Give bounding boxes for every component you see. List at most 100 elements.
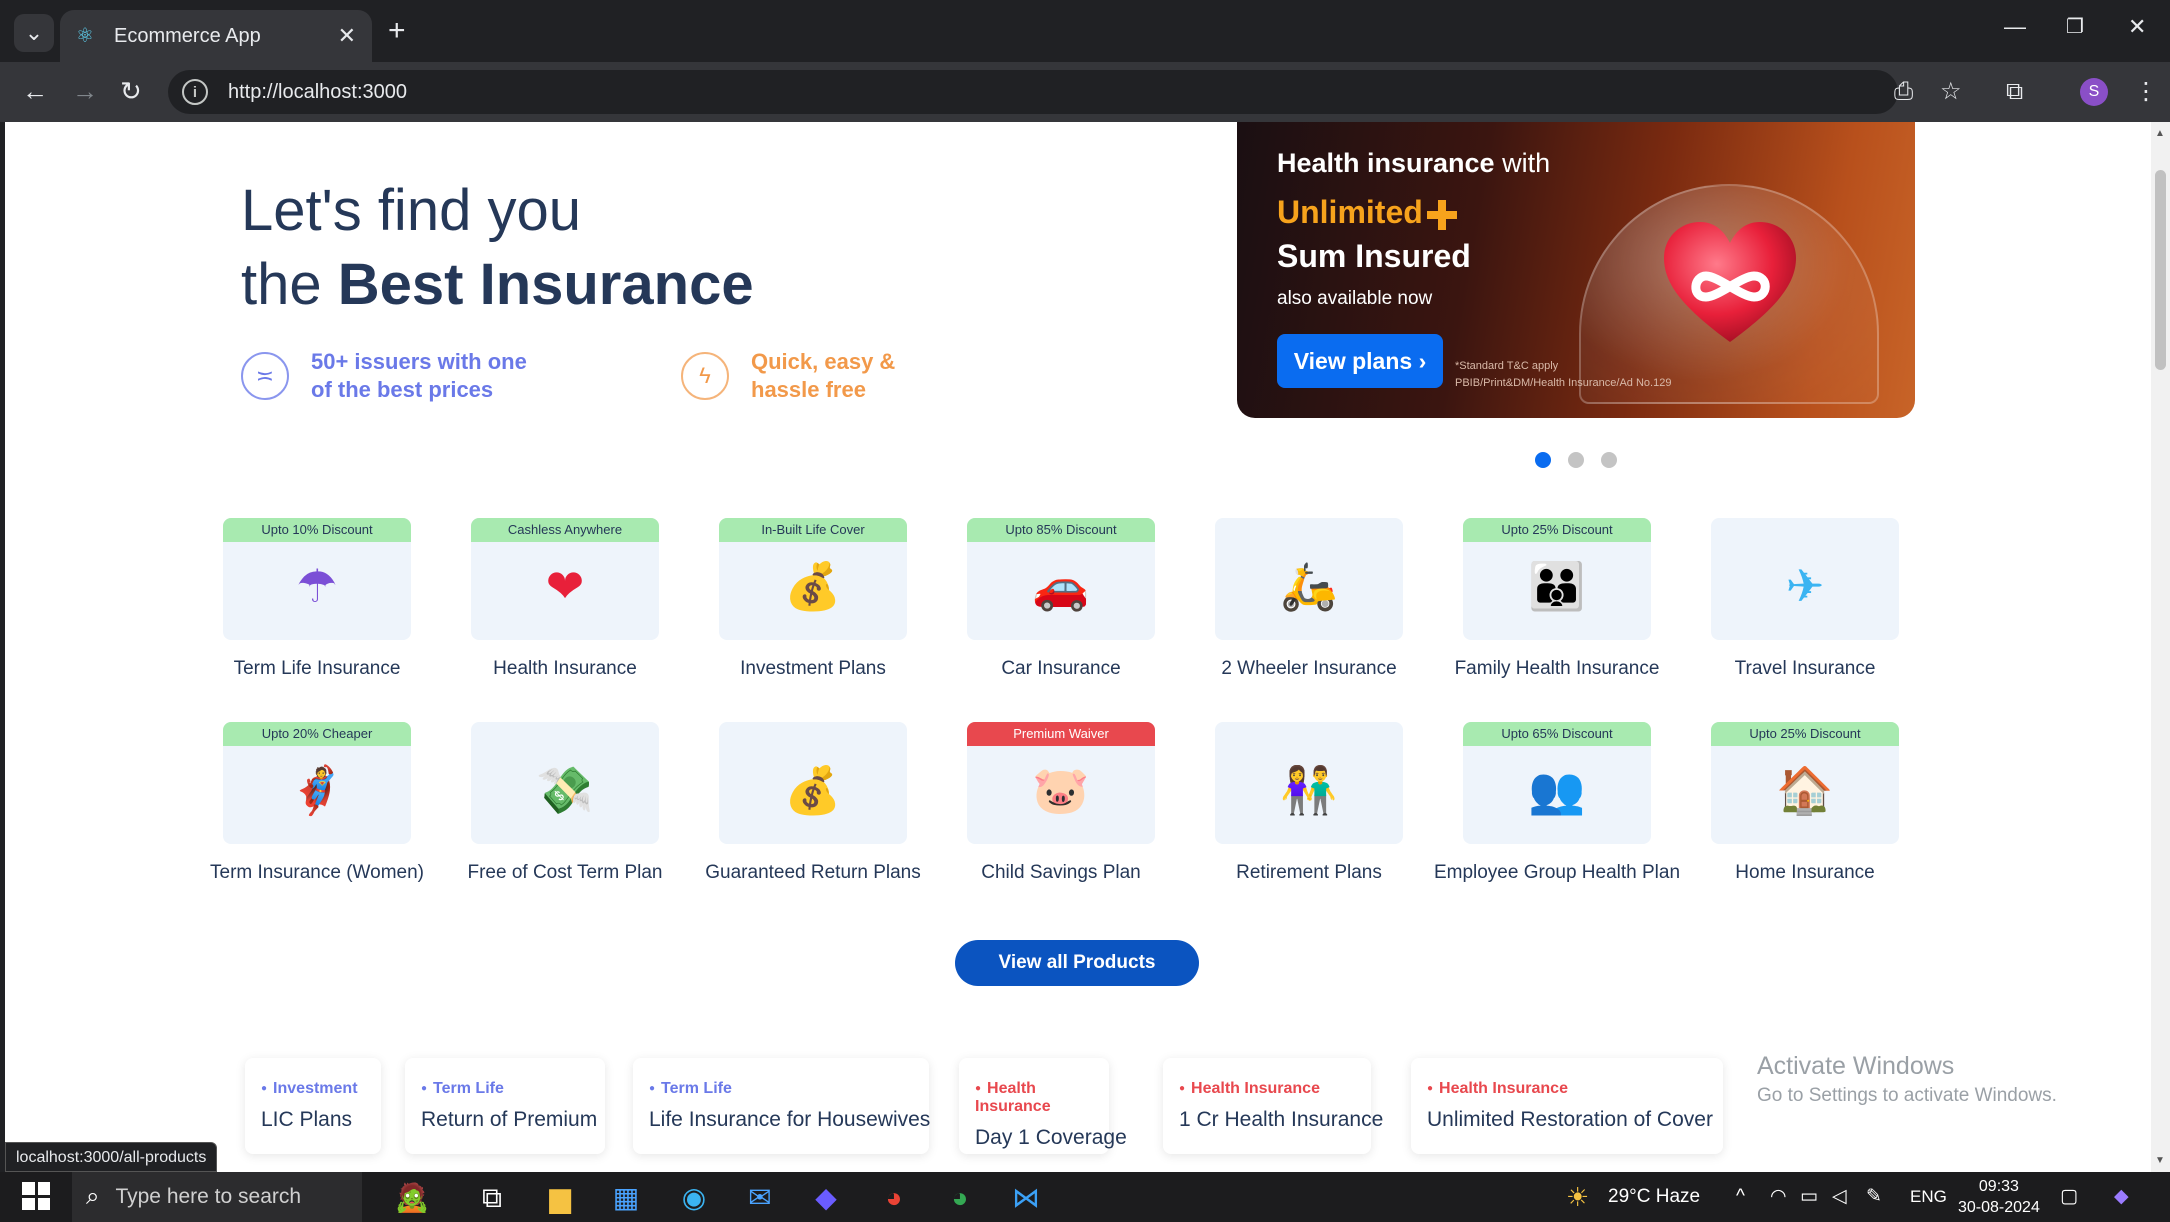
site-info-icon[interactable]: i <box>182 79 208 105</box>
product-card-tile[interactable]: ✈ <box>1711 518 1899 640</box>
product-card-tile[interactable]: In-Built Life Cover 💰 <box>719 518 907 640</box>
edge-icon[interactable]: ◉ <box>676 1180 712 1216</box>
network-icon[interactable]: ◠ <box>1770 1172 1787 1222</box>
product-card-tile[interactable]: 💰 <box>719 722 907 844</box>
product-card-tile[interactable]: 💸 <box>471 722 659 844</box>
product-card-tile[interactable]: Upto 20% Cheaper 🦸 <box>223 722 411 844</box>
view-all-products-button[interactable]: View all Products <box>955 940 1199 986</box>
product-card-tile[interactable]: Cashless Anywhere ❤ <box>471 518 659 640</box>
page-scrollbar[interactable]: ▲ ▼ <box>2151 122 2170 1172</box>
close-window-icon[interactable]: ✕ <box>2128 14 2146 40</box>
product-card[interactable]: 💰 Guaranteed Return Plans <box>689 722 937 886</box>
battery-icon[interactable]: ▭ <box>1800 1172 1818 1222</box>
chrome-icon[interactable]: ◕ <box>876 1180 912 1216</box>
restore-icon[interactable]: ❐ <box>2066 14 2084 39</box>
address-bar[interactable]: i http://localhost:3000 <box>168 70 1898 114</box>
scroll-up-icon[interactable]: ▲ <box>2155 128 2165 139</box>
carousel-dot[interactable] <box>1601 452 1617 468</box>
more-menu-icon[interactable]: ⋮ <box>2134 78 2158 106</box>
browser-tab[interactable]: ⚛ Ecommerce App ✕ <box>60 10 372 62</box>
new-tab-button[interactable]: + <box>388 14 406 48</box>
product-card[interactable]: Upto 10% Discount ☂ Term Life Insurance <box>193 518 441 682</box>
forward-icon[interactable]: → <box>72 76 98 106</box>
scooter-icon: 🛵 <box>1280 560 1338 612</box>
language-indicator[interactable]: ENG <box>1910 1172 1947 1222</box>
view-plans-button[interactable]: View plans › <box>1277 334 1443 388</box>
close-tab-icon[interactable]: ✕ <box>338 23 356 49</box>
popular-chip[interactable]: Health Insurance 1 Cr Health Insurance <box>1163 1058 1383 1154</box>
scroll-down-icon[interactable]: ▼ <box>2155 1155 2165 1166</box>
product-card-tile[interactable]: Upto 65% Discount 👥 <box>1463 722 1651 844</box>
copilot-tray-icon[interactable]: ◆ <box>2114 1172 2129 1222</box>
mail-icon[interactable]: ✉ <box>742 1180 778 1216</box>
carousel-dot[interactable] <box>1568 452 1584 468</box>
copilot-icon[interactable]: ◆ <box>808 1180 844 1216</box>
notification-icon[interactable]: ▢ <box>2060 1172 2078 1222</box>
popular-chip[interactable]: Term Life Return of Premium <box>405 1058 605 1154</box>
product-card[interactable]: Premium Waiver 🐷 Child Savings Plan <box>937 722 1185 886</box>
carousel-dot[interactable] <box>1535 452 1551 468</box>
weather-icon[interactable]: ☀ <box>1566 1172 1589 1222</box>
taskbar-search[interactable]: ⌕ Type here to search <box>72 1172 362 1222</box>
extensions-icon[interactable]: ⧉ <box>2006 78 2023 106</box>
windows-start-icon[interactable] <box>22 1182 50 1210</box>
product-card[interactable]: 👫 Retirement Plans <box>1185 722 1433 886</box>
widget-character-icon[interactable]: 🧟 <box>382 1180 442 1216</box>
popular-chip[interactable]: Term Life Life Insurance for Housewives <box>633 1058 930 1154</box>
bookmark-star-icon[interactable]: ☆ <box>1940 78 1962 106</box>
popular-chip[interactable]: Health Insurance Unlimited Restoration of… <box>1411 1058 1723 1154</box>
product-card[interactable]: 💸 Free of Cost Term Plan <box>441 722 689 886</box>
promo-banner[interactable]: Health insurance with Unlimited Sum Insu… <box>1237 122 1915 418</box>
product-badge: Upto 10% Discount <box>223 518 411 542</box>
tray-overflow-icon[interactable]: ^ <box>1736 1172 1745 1222</box>
weather-text[interactable]: 29°C Haze <box>1608 1172 1700 1222</box>
product-card[interactable]: Upto 25% Discount 👪 Family Health Insuranc… <box>1433 518 1681 682</box>
taskbar-search-placeholder: Type here to search <box>115 1185 302 1208</box>
taskbar-clock[interactable]: 09:33 30-08-2024 <box>1958 1176 2040 1218</box>
banner-tc-line-1: *Standard T&C apply <box>1455 360 1559 372</box>
product-label: Car Insurance <box>1001 658 1121 679</box>
clock-time: 09:33 <box>1978 1178 2019 1195</box>
product-card-tile[interactable]: Upto 10% Discount ☂ <box>223 518 411 640</box>
product-card[interactable]: Upto 65% Discount 👥 Employee Group Health … <box>1433 722 1681 886</box>
volume-icon[interactable]: ◁ <box>1832 1172 1847 1222</box>
carousel-dots <box>1535 452 1617 468</box>
product-card[interactable]: Upto 25% Discount 🏠 Home Insurance <box>1681 722 1929 886</box>
popular-chip[interactable]: Investment LIC Plans <box>245 1058 381 1154</box>
back-icon[interactable]: ← <box>22 76 48 106</box>
page-viewport: Let's find you the Best Insurance ≍ 50+ … <box>5 122 2151 1172</box>
task-view-icon[interactable]: ⧉ <box>474 1180 510 1216</box>
pen-icon[interactable]: ✎ <box>1866 1172 1882 1222</box>
link-status-bubble: localhost:3000/all-products <box>5 1142 218 1172</box>
product-label: 2 Wheeler Insurance <box>1221 658 1397 679</box>
profile-avatar[interactable]: S <box>2080 78 2108 106</box>
banner-line-3: Sum Insured <box>1277 238 1471 274</box>
minimize-icon[interactable]: — <box>2004 14 2026 40</box>
install-app-icon[interactable]: ⎙ <box>1894 78 1913 106</box>
product-card[interactable]: In-Built Life Cover 💰 Investment Plans <box>689 518 937 682</box>
product-card[interactable]: ✈ Travel Insurance <box>1681 518 1929 682</box>
windows-activation-watermark: Activate Windows Go to Settings to activ… <box>1757 1052 2057 1107</box>
vscode-icon[interactable]: ⋈ <box>1008 1180 1044 1216</box>
tab-search-button[interactable]: ⌄ <box>14 14 54 52</box>
coins-growth-icon: 💰 <box>784 560 842 612</box>
product-card-tile[interactable]: Upto 25% Discount 🏠 <box>1711 722 1899 844</box>
infinity-heart-icon <box>1655 210 1805 360</box>
product-card[interactable]: Upto 20% Cheaper 🦸 Term Insurance (Women) <box>193 722 441 886</box>
store-icon[interactable]: ▦ <box>608 1180 644 1216</box>
scroll-thumb[interactable] <box>2155 170 2166 370</box>
activation-subtitle: Go to Settings to activate Windows. <box>1757 1085 2057 1106</box>
product-card[interactable]: Upto 85% Discount 🚗 Car Insurance <box>937 518 1185 682</box>
product-card-tile[interactable]: 👫 <box>1215 722 1403 844</box>
product-card[interactable]: Cashless Anywhere ❤ Health Insurance <box>441 518 689 682</box>
product-card-tile[interactable]: Upto 85% Discount 🚗 <box>967 518 1155 640</box>
popular-chip[interactable]: Health Insurance Day 1 Coverage <box>959 1058 1127 1154</box>
product-card[interactable]: 🛵 2 Wheeler Insurance <box>1185 518 1433 682</box>
product-card-tile[interactable]: 🛵 <box>1215 518 1403 640</box>
product-badge: Upto 20% Cheaper <box>223 722 411 746</box>
product-card-tile[interactable]: Upto 25% Discount 👪 <box>1463 518 1651 640</box>
chrome-profile-icon[interactable]: ◕ <box>942 1180 978 1216</box>
reload-icon[interactable]: ↻ <box>120 76 142 106</box>
product-card-tile[interactable]: Premium Waiver 🐷 <box>967 722 1155 844</box>
file-explorer-icon[interactable]: ▆ <box>542 1180 578 1216</box>
